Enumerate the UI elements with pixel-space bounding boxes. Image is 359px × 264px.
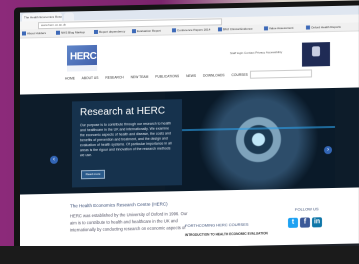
nav-item-home[interactable]: HOME [65, 76, 75, 80]
nav-item-about[interactable]: ABOUT US [82, 76, 99, 80]
bookmark-icon [218, 27, 222, 32]
bookmark-item[interactable]: NHS Blog Markup [56, 29, 85, 36]
top-links[interactable]: Staff login Contact Privacy Accessibilit… [230, 50, 282, 55]
bookmark-icon [56, 30, 60, 35]
nav-item-news[interactable]: NEWS [186, 74, 196, 78]
nav-item-courses[interactable]: COURSES [232, 73, 248, 77]
bookmark-item[interactable]: Oxford Health Reports [306, 24, 341, 31]
oxford-crest-icon [312, 46, 320, 57]
logo-text: HERC [70, 50, 97, 63]
monitor-bottom-bezel [0, 246, 359, 264]
about-heading: The Health Economics Research Centre (HE… [70, 201, 168, 209]
hero-body: Our purpose is to contribute through our… [80, 121, 172, 158]
bookmark-icon [172, 28, 176, 33]
follow-heading: FOLLOW US [295, 206, 319, 212]
bookmark-icon [264, 26, 268, 31]
bookmark-icon [132, 29, 136, 34]
read-more-button[interactable]: Read more [81, 169, 105, 180]
bookmark-item[interactable]: BMJ Clinical Evidence [218, 26, 253, 33]
herc-logo[interactable]: HERC [67, 44, 97, 72]
nav-item-team[interactable]: NEW TEAM [131, 75, 149, 79]
hero-text-panel: Research at HERC Our purpose is to contr… [72, 99, 182, 188]
about-section: The Health Economics Research Centre (HE… [70, 201, 190, 234]
photo: The Health Economics Rese... www.herc.ox… [0, 0, 359, 264]
hero-title: Research at HERC [80, 105, 166, 119]
browser-tab[interactable] [64, 12, 74, 21]
search-input[interactable] [250, 69, 312, 79]
bookmark-item[interactable]: Report dependency [94, 28, 125, 35]
twitter-icon[interactable]: t [288, 217, 298, 228]
facebook-icon[interactable]: f [300, 217, 310, 228]
bookmark-item[interactable]: Conference Papers 2014 [172, 27, 210, 34]
hero-banner: Research at HERC Our purpose is to contr… [20, 87, 359, 195]
bookmark-icon [94, 30, 98, 35]
eye-scan-image [165, 87, 335, 192]
bookmark-icon [306, 25, 310, 30]
linkedin-icon[interactable]: in [312, 217, 322, 228]
about-body: HERC was established by the University o… [70, 211, 188, 233]
bookmark-item[interactable]: Value Assessment [264, 25, 293, 32]
nav-item-downloads[interactable]: DOWNLOADS [203, 73, 225, 77]
nav-item-publications[interactable]: PUBLICATIONS [155, 74, 179, 79]
site-header: HERC Staff login Contact Privacy Accessi… [20, 31, 359, 93]
bookmark-item[interactable]: About Holders [22, 30, 46, 37]
monitor-screen: The Health Economics Rese... www.herc.ox… [20, 5, 359, 264]
oxford-logo[interactable] [302, 42, 330, 67]
logo-stripe [67, 64, 97, 72]
nav-item-research[interactable]: RESEARCH [105, 75, 123, 79]
bookmark-item[interactable]: Evaluation Report [132, 28, 161, 35]
bookmark-icon [22, 31, 26, 36]
